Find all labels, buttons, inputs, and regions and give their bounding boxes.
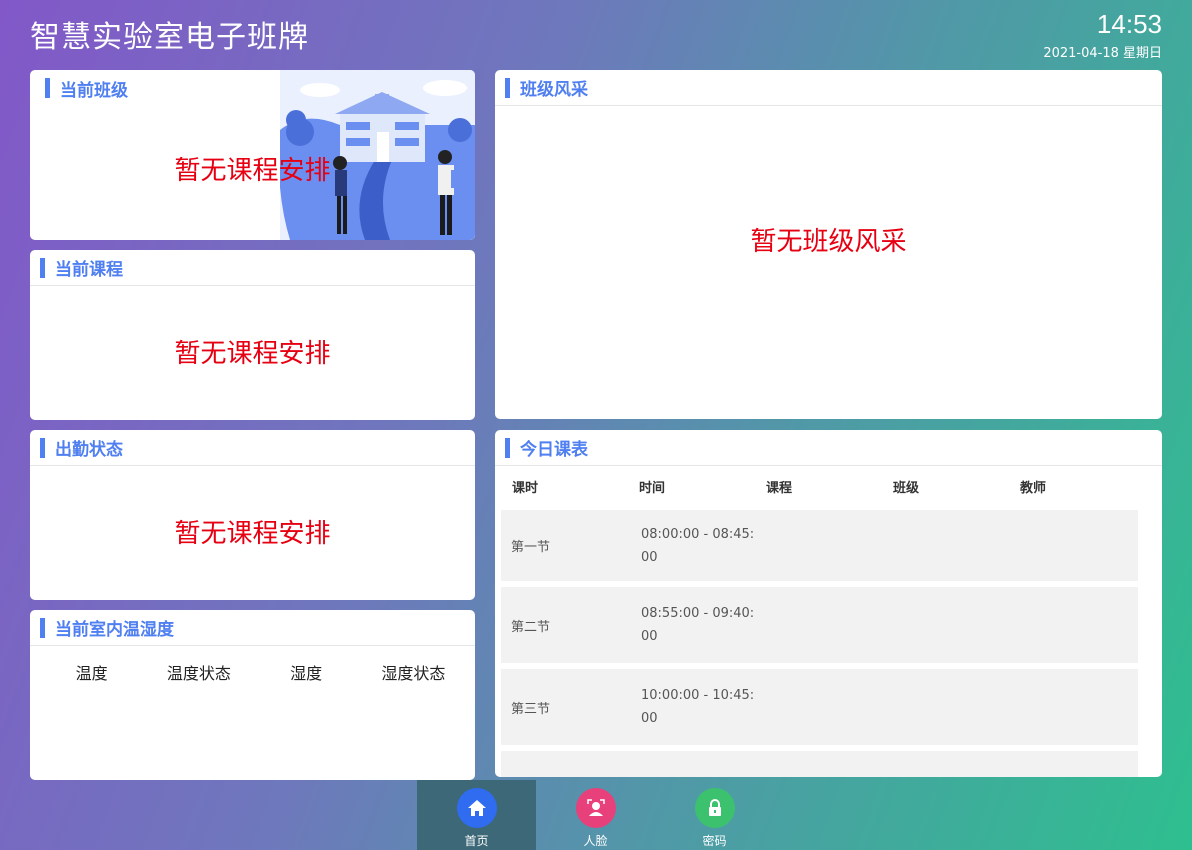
climate-title: 当前室内温湿度 (55, 620, 174, 640)
nav-password-label: 密码 (702, 834, 727, 848)
current-class-header: 当前班级 (30, 70, 475, 106)
class-showcase-title: 班级风采 (520, 80, 588, 100)
climate-card: 当前室内温湿度 温度 温度状态 湿度 湿度状态 (30, 610, 475, 780)
class-showcase-empty: 暂无班级风采 (750, 227, 907, 257)
header-bar (40, 438, 45, 458)
column-period: 课时 (512, 480, 539, 496)
bottom-nav: 首页 人脸 密码 (417, 780, 774, 850)
schedule-columns: 课时 时间 课程 班级 教师 (495, 466, 1162, 506)
attendance-title: 出勤状态 (55, 440, 123, 460)
column-temperature-status: 温度状态 (166, 664, 231, 683)
schedule-header: 今日课表 (495, 430, 1162, 466)
class-showcase-card: 班级风采 暂无班级风采 (495, 70, 1162, 419)
header-bar (505, 78, 510, 98)
table-row: 第三节 10:00:00 - 10:45:00 (501, 669, 1138, 745)
header-bar (40, 258, 45, 278)
clock-time: 14:53 (1096, 9, 1162, 39)
column-course: 课程 (766, 480, 793, 496)
column-teacher: 教师 (1020, 480, 1047, 496)
current-course-title: 当前课程 (55, 260, 123, 280)
column-class: 班级 (893, 480, 920, 496)
row-time: 08:55:00 - 09:40:00 (641, 606, 755, 644)
row-time: 08:00:00 - 08:45:00 (641, 526, 755, 565)
attendance-empty: 暂无课程安排 (174, 519, 331, 549)
column-time: 时间 (639, 480, 666, 496)
class-showcase-header: 班级风采 (495, 70, 1162, 106)
nav-home-label: 首页 (464, 834, 489, 848)
schedule-title: 今日课表 (520, 440, 588, 460)
nav-face[interactable]: 人脸 (536, 780, 655, 850)
current-course-empty: 暂无课程安排 (174, 339, 331, 369)
current-class-title: 当前班级 (60, 80, 128, 101)
current-class-card: 当前班级 暂无课程安排 (30, 70, 475, 240)
schedule-rows: 第一节 08:00:00 - 08:45:00 第二节 08:55:00 - 0… (495, 510, 1162, 777)
lock-icon (694, 788, 735, 828)
row-time: 10:00:00 - 10:45:00 (641, 688, 755, 726)
header-bar (45, 78, 50, 98)
nav-password[interactable]: 密码 (655, 780, 774, 850)
clock: 14:53 2021-04-18 星期日 (1043, 8, 1162, 61)
table-row: 第二节 08:55:00 - 09:40:00 (501, 587, 1138, 663)
column-temperature: 温度 (75, 664, 108, 683)
table-row: 第一节 08:00:00 - 08:45:00 (501, 510, 1138, 581)
app-title: 智慧实验室电子班牌 (30, 20, 309, 55)
attendance-header: 出勤状态 (30, 430, 475, 466)
column-humidity-status: 湿度状态 (381, 664, 446, 683)
current-class-empty: 暂无课程安排 (174, 156, 331, 186)
table-row (501, 751, 1138, 777)
schedule-card[interactable]: 今日课表 课时 时间 课程 班级 教师 第一节 08:00:00 - 08:45… (495, 430, 1162, 777)
nav-face-label: 人脸 (583, 834, 608, 848)
attendance-card: 出勤状态 暂无课程安排 (30, 430, 475, 600)
current-course-card: 当前课程 暂无课程安排 (30, 250, 475, 420)
climate-columns: 温度 温度状态 湿度 湿度状态 (30, 660, 475, 684)
home-icon (456, 788, 497, 828)
nav-home[interactable]: 首页 (417, 780, 536, 850)
row-period: 第三节 (511, 701, 551, 717)
row-period: 第二节 (511, 619, 551, 635)
face-icon (575, 788, 616, 828)
row-period: 第一节 (511, 540, 551, 555)
column-humidity: 湿度 (290, 664, 323, 683)
clock-date: 2021-04-18 星期日 (1043, 46, 1162, 61)
climate-header: 当前室内温湿度 (30, 610, 475, 646)
header-bar (505, 438, 510, 458)
header-bar (40, 618, 45, 638)
current-course-header: 当前课程 (30, 250, 475, 286)
